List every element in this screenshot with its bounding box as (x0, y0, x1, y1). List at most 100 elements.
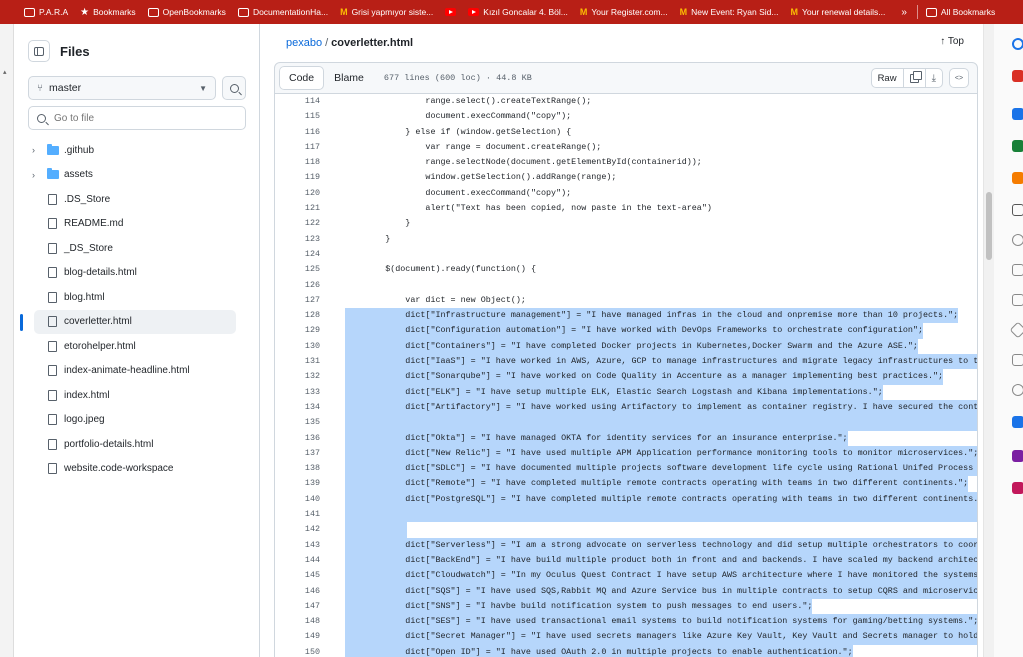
go-to-file-box[interactable] (28, 106, 246, 130)
code-line[interactable]: 116 } else if (window.getSelection) { (275, 125, 977, 140)
code-line[interactable]: 127 var dict = new Object(); (275, 293, 977, 308)
line-number[interactable]: 131 (275, 354, 320, 369)
extension-grey-icon[interactable] (1012, 204, 1023, 216)
extension-outline-icon-4[interactable] (1009, 321, 1023, 339)
code-line[interactable]: 140 dict["PostgreSQL"] = "I have complet… (275, 491, 977, 508)
line-number[interactable]: 140 (275, 492, 320, 507)
tree-file[interactable]: portfolio-details.html (14, 432, 260, 457)
bookmark-item[interactable]: DocumentationHa... (232, 0, 334, 24)
line-number[interactable]: 148 (275, 614, 320, 629)
line-number[interactable]: 150 (275, 645, 320, 657)
extension-outline-icon[interactable] (1012, 234, 1023, 246)
line-number[interactable]: 147 (275, 599, 320, 614)
code-line[interactable]: 117 var range = document.createRange(); (275, 140, 977, 155)
symbols-panel-button[interactable]: <> (949, 68, 969, 88)
tree-file[interactable]: index.html (14, 383, 260, 408)
tree-file[interactable]: _DS_Store (14, 236, 260, 261)
line-number[interactable]: 135 (275, 415, 320, 430)
bookmark-item[interactable]: M Your Register.com... (574, 0, 674, 24)
top-link[interactable]: ↑ Top (940, 36, 964, 47)
scrollbar-thumb[interactable] (986, 192, 992, 260)
branch-selector[interactable]: ⑂ master ▼ (28, 76, 216, 100)
extension-red-icon[interactable] (1012, 70, 1023, 82)
code-line[interactable]: 147 dict["SNS"] = "I havbe build notific… (275, 598, 977, 615)
line-number[interactable]: 130 (275, 339, 320, 354)
code-line[interactable]: 115 document.execCommand("copy"); (275, 109, 977, 124)
code-line[interactable]: 122 } (275, 216, 977, 231)
code-line[interactable]: 136 dict["Okta"] = "I have managed OKTA … (275, 430, 977, 446)
page-scrollbar[interactable] (984, 24, 994, 657)
tree-file[interactable]: blog-details.html (14, 261, 260, 286)
go-to-file-input[interactable] (54, 112, 224, 124)
code-line[interactable]: 132 dict["Sonarqube"] = "I have worked o… (275, 369, 977, 385)
line-number[interactable]: 136 (275, 431, 320, 446)
line-number[interactable]: 121 (275, 201, 320, 216)
tree-file[interactable]: index-animate-headline.html (14, 359, 260, 384)
code-line[interactable]: 133 dict["ELK"] = "I have setup multiple… (275, 384, 977, 400)
extension-outline-icon-6[interactable] (1012, 384, 1023, 396)
bookmark-item[interactable]: M New Event: Ryan Sid... (674, 0, 785, 24)
extension-blue-icon[interactable] (1012, 108, 1023, 120)
code-line[interactable]: 131 dict["IaaS"] = "I have worked in AWS… (275, 354, 977, 370)
chevron-right-icon[interactable]: › (32, 145, 35, 155)
tree-file[interactable]: .DS_Store (14, 187, 260, 212)
bookmark-item[interactable]: P.A.R.A (18, 0, 74, 24)
bookmark-item[interactable]: M Your renewal details... (785, 0, 892, 24)
code-line[interactable]: 149 dict["Secret Manager"] = "I have use… (275, 629, 977, 645)
code-line[interactable]: 139 dict["Remote"] = "I have completed m… (275, 476, 977, 492)
code-line[interactable]: 128 dict["Infrastructure management"] = … (275, 308, 977, 324)
code-line[interactable]: 119 window.getSelection().addRange(range… (275, 170, 977, 185)
code-line[interactable]: 138 dict["SDLC"] = "I have documented mu… (275, 461, 977, 477)
code-line[interactable]: 134 dict["Artifactory"] = "I have worked… (275, 399, 977, 416)
all-bookmarks-button[interactable]: All Bookmarks (918, 7, 1003, 17)
tree-file[interactable]: website.code-workspace (14, 457, 260, 482)
code-line[interactable]: 142 (275, 522, 977, 538)
extension-orange-icon[interactable] (1012, 172, 1023, 184)
code-line[interactable]: 130 dict["Containers"] = "I have complet… (275, 338, 977, 355)
line-number[interactable]: 142 (275, 522, 320, 537)
line-number[interactable]: 118 (275, 155, 320, 170)
code-line[interactable]: 123 } (275, 232, 977, 247)
extension-pink-icon[interactable] (1012, 482, 1023, 494)
bookmarks-overflow-button[interactable]: » (891, 7, 917, 18)
bookmark-item[interactable] (439, 0, 462, 24)
line-number[interactable]: 117 (275, 140, 320, 155)
tree-folder[interactable]: › assets (14, 163, 260, 188)
extension-outline-icon-3[interactable] (1012, 294, 1023, 306)
breadcrumb-repo-link[interactable]: pexabo (286, 37, 322, 49)
line-number[interactable]: 119 (275, 170, 320, 185)
line-number[interactable]: 143 (275, 538, 320, 553)
tree-file[interactable]: logo.jpeg (14, 408, 260, 433)
tree-folder[interactable]: › .github (14, 138, 260, 163)
extension-outline-icon-2[interactable] (1012, 264, 1023, 276)
line-number[interactable]: 134 (275, 400, 320, 415)
code-tab[interactable]: Code (279, 66, 325, 90)
chevron-right-icon[interactable]: › (32, 170, 35, 180)
line-number[interactable]: 137 (275, 446, 320, 461)
code-line[interactable]: 129 dict["Configuration automation"] = "… (275, 323, 977, 339)
collapse-sidebar-button[interactable] (28, 40, 50, 62)
extension-purple-icon[interactable] (1012, 450, 1023, 462)
code-line[interactable]: 126 (275, 278, 977, 293)
line-number[interactable]: 127 (275, 293, 320, 308)
code-view[interactable]: 114 range.select().createTextRange(); 115… (274, 94, 978, 657)
code-line[interactable]: 144 dict["BackEnd"] = "I have build mult… (275, 552, 977, 569)
line-number[interactable]: 146 (275, 584, 320, 599)
extension-green-icon[interactable] (1012, 140, 1023, 152)
search-files-button[interactable] (222, 76, 246, 100)
bookmark-item[interactable]: M Grisi yapmıyor siste... (334, 0, 439, 24)
line-number[interactable]: 141 (275, 507, 320, 522)
download-button[interactable]: ⤓ (924, 69, 942, 87)
code-line[interactable]: 143 dict["Serverless"] = "I am a strong … (275, 537, 977, 553)
line-number[interactable]: 125 (275, 262, 320, 277)
code-line[interactable]: 120 document.execCommand("copy"); (275, 186, 977, 201)
line-number[interactable]: 139 (275, 476, 320, 491)
line-number[interactable]: 128 (275, 308, 320, 323)
line-number[interactable]: 138 (275, 461, 320, 476)
code-line[interactable]: 145 dict["Cloudwatch"] = "In my Oculus Q… (275, 568, 977, 584)
code-line[interactable]: 114 range.select().createTextRange(); (275, 94, 977, 109)
line-number[interactable]: 126 (275, 278, 320, 293)
line-number[interactable]: 149 (275, 629, 320, 644)
code-line[interactable]: 118 range.selectNode(document.getElement… (275, 155, 977, 170)
line-number[interactable]: 124 (275, 247, 320, 262)
